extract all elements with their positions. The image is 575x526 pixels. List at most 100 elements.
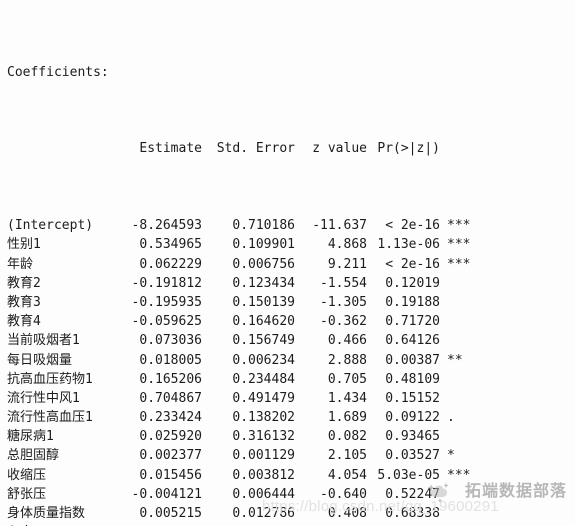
table-row: 教育2 -0.191812 0.123434 -1.554 0.12019 bbox=[7, 274, 492, 293]
coefficient-p-value: 0.09122 bbox=[385, 410, 440, 426]
table-row: 抗高血压药物1 0.165206 0.234484 0.705 0.48109 bbox=[7, 370, 492, 389]
coefficient-p-value: 1.13e-06 bbox=[377, 237, 440, 253]
table-row: 流行性高血压1 0.233424 0.138202 1.689 0.09122. bbox=[7, 408, 492, 427]
coefficient-estimate: -0.195935 bbox=[131, 294, 202, 310]
table-row: 收缩压 0.015456 0.003812 4.054 5.03e-05 *** bbox=[7, 466, 492, 485]
coefficient-std-error: 0.109901 bbox=[232, 237, 295, 253]
coefficient-z-value: 1.434 bbox=[327, 390, 367, 406]
coefficient-z-value: 0.082 bbox=[327, 429, 367, 445]
table-row: 教育4 -0.059625 0.164620 -0.362 0.71720 bbox=[7, 312, 492, 331]
table-row: 教育3 -0.195935 0.150139 -1.305 0.19188 bbox=[7, 293, 492, 312]
significance-stars: ** bbox=[447, 352, 463, 368]
coefficient-z-value: -11.637 bbox=[312, 218, 367, 234]
coefficient-p-value: 0.00387 bbox=[385, 352, 440, 368]
table-header-row: Estimate Std. Error z value Pr(>|z|) bbox=[7, 139, 492, 158]
table-row: 总胆固醇 0.002377 0.001129 2.105 0.03527 * bbox=[7, 446, 492, 465]
coefficient-z-value: 2.888 bbox=[327, 352, 367, 368]
coefficient-std-error: 0.234484 bbox=[232, 371, 295, 387]
coefficient-p-value: 0.48109 bbox=[385, 371, 440, 387]
table-row: 性别1 0.534965 0.109901 4.868 1.13e-06 *** bbox=[7, 235, 492, 254]
r-console-output: Coefficients: Estimate Std. Error z value P… bbox=[0, 0, 575, 526]
coefficient-term: 流行性中风1 bbox=[7, 390, 80, 406]
coefficient-std-error: 0.123434 bbox=[232, 275, 295, 291]
coefficient-std-error: 0.003812 bbox=[232, 467, 295, 483]
significance-stars: * bbox=[447, 448, 455, 464]
coefficient-term: 教育3 bbox=[7, 294, 41, 310]
significance-stars: . bbox=[447, 410, 455, 426]
coefficient-estimate: -8.264593 bbox=[131, 218, 202, 234]
coefficient-term: 流行性高血压1 bbox=[7, 410, 93, 426]
coefficient-p-value: 0.03527 bbox=[385, 448, 440, 464]
coefficient-term: 抗高血压药物1 bbox=[7, 371, 93, 387]
coefficient-z-value: 4.868 bbox=[327, 237, 367, 253]
coefficient-std-error: 0.491479 bbox=[232, 390, 295, 406]
coefficients-table-body: (Intercept) -8.264593 0.710186 -11.637 < 2e-… bbox=[7, 216, 492, 526]
coefficient-z-value: 0.466 bbox=[327, 333, 367, 349]
coefficient-z-value: 1.689 bbox=[327, 410, 367, 426]
coefficient-term: 每日吸烟量 bbox=[7, 352, 73, 368]
coefficient-estimate: 0.704867 bbox=[139, 390, 202, 406]
coefficient-z-value: 9.211 bbox=[327, 256, 367, 272]
coefficient-estimate: 0.165206 bbox=[139, 371, 202, 387]
coefficients-title: Coefficients: bbox=[7, 64, 109, 80]
coefficient-term: 教育4 bbox=[7, 314, 41, 330]
coefficient-estimate: 0.005215 bbox=[139, 506, 202, 522]
coefficient-estimate: 0.073036 bbox=[139, 333, 202, 349]
coefficient-std-error: 0.138202 bbox=[232, 410, 295, 426]
header-std-error: Std. Error bbox=[216, 141, 295, 157]
coefficient-p-value: < 2e-16 bbox=[385, 256, 440, 272]
coefficient-p-value: 0.71720 bbox=[385, 314, 440, 330]
coefficient-p-value: 0.64126 bbox=[385, 333, 440, 349]
coefficient-estimate: 0.002377 bbox=[139, 448, 202, 464]
coefficient-z-value: 0.705 bbox=[327, 371, 367, 387]
coefficient-term: 当前吸烟者1 bbox=[7, 333, 80, 349]
coefficient-z-value: 4.054 bbox=[327, 467, 367, 483]
coefficient-std-error: 0.006756 bbox=[232, 256, 295, 272]
coefficient-estimate: 0.018005 bbox=[139, 352, 202, 368]
coefficient-std-error: 0.150139 bbox=[232, 294, 295, 310]
coefficient-std-error: 0.316132 bbox=[232, 429, 295, 445]
coefficient-std-error: 0.001129 bbox=[232, 448, 295, 464]
significance-stars: *** bbox=[447, 218, 471, 234]
table-row: (Intercept) -8.264593 0.710186 -11.637 < 2e-… bbox=[7, 216, 492, 235]
brand-watermark: 拓端数据部落 bbox=[426, 481, 567, 503]
coefficient-p-value: 0.12019 bbox=[385, 275, 440, 291]
console-text-block: Coefficients: Estimate Std. Error z value P… bbox=[7, 5, 492, 526]
sparkle-cloud-logo-icon bbox=[427, 483, 449, 503]
coefficient-p-value: 0.93465 bbox=[385, 429, 440, 445]
table-row: 每日吸烟量 0.018005 0.006234 2.888 0.00387 ** bbox=[7, 351, 492, 370]
coefficient-z-value: 2.105 bbox=[327, 448, 367, 464]
table-row: 流行性中风1 0.704867 0.491479 1.434 0.15152 bbox=[7, 389, 492, 408]
coefficient-term: 糖尿病1 bbox=[7, 429, 54, 445]
coefficient-p-value: < 2e-16 bbox=[385, 218, 440, 234]
table-row: 年龄 0.062229 0.006756 9.211 < 2e-16 *** bbox=[7, 255, 492, 274]
coefficient-term: 总胆固醇 bbox=[7, 448, 60, 464]
coefficient-term: 舒张压 bbox=[7, 486, 47, 502]
coefficient-z-value: -0.362 bbox=[320, 314, 367, 330]
coefficient-p-value: 0.19188 bbox=[385, 294, 440, 310]
brand-watermark-text: 拓端数据部落 bbox=[464, 483, 567, 501]
coefficient-estimate: -0.004121 bbox=[131, 486, 202, 502]
coefficient-estimate: 0.025920 bbox=[139, 429, 202, 445]
coefficient-p-value: 0.15152 bbox=[385, 390, 440, 406]
coefficient-estimate: 0.015456 bbox=[139, 467, 202, 483]
coefficient-std-error: 0.156749 bbox=[232, 333, 295, 349]
coefficient-std-error: 0.710186 bbox=[232, 218, 295, 234]
coefficient-term: 年龄 bbox=[7, 256, 34, 272]
significance-stars: *** bbox=[447, 237, 471, 253]
coefficient-estimate: 0.534965 bbox=[139, 237, 202, 253]
coefficient-estimate: -0.059625 bbox=[131, 314, 202, 330]
coefficient-estimate: -0.191812 bbox=[131, 275, 202, 291]
coefficient-z-value: -1.554 bbox=[320, 275, 367, 291]
table-row: 糖尿病1 0.025920 0.316132 0.082 0.93465 bbox=[7, 427, 492, 446]
coefficient-estimate: 0.233424 bbox=[139, 410, 202, 426]
header-p-value: Pr(>|z|) bbox=[377, 141, 440, 157]
coefficient-std-error: 0.006234 bbox=[232, 352, 295, 368]
coefficient-term: 教育2 bbox=[7, 275, 41, 291]
header-z-value: z value bbox=[312, 141, 367, 157]
coefficient-estimate: 0.062229 bbox=[139, 256, 202, 272]
coefficient-term: (Intercept) bbox=[7, 218, 94, 234]
table-row: 当前吸烟者1 0.073036 0.156749 0.466 0.64126 bbox=[7, 331, 492, 350]
significance-stars: *** bbox=[447, 256, 471, 272]
coefficient-std-error: 0.164620 bbox=[232, 314, 295, 330]
